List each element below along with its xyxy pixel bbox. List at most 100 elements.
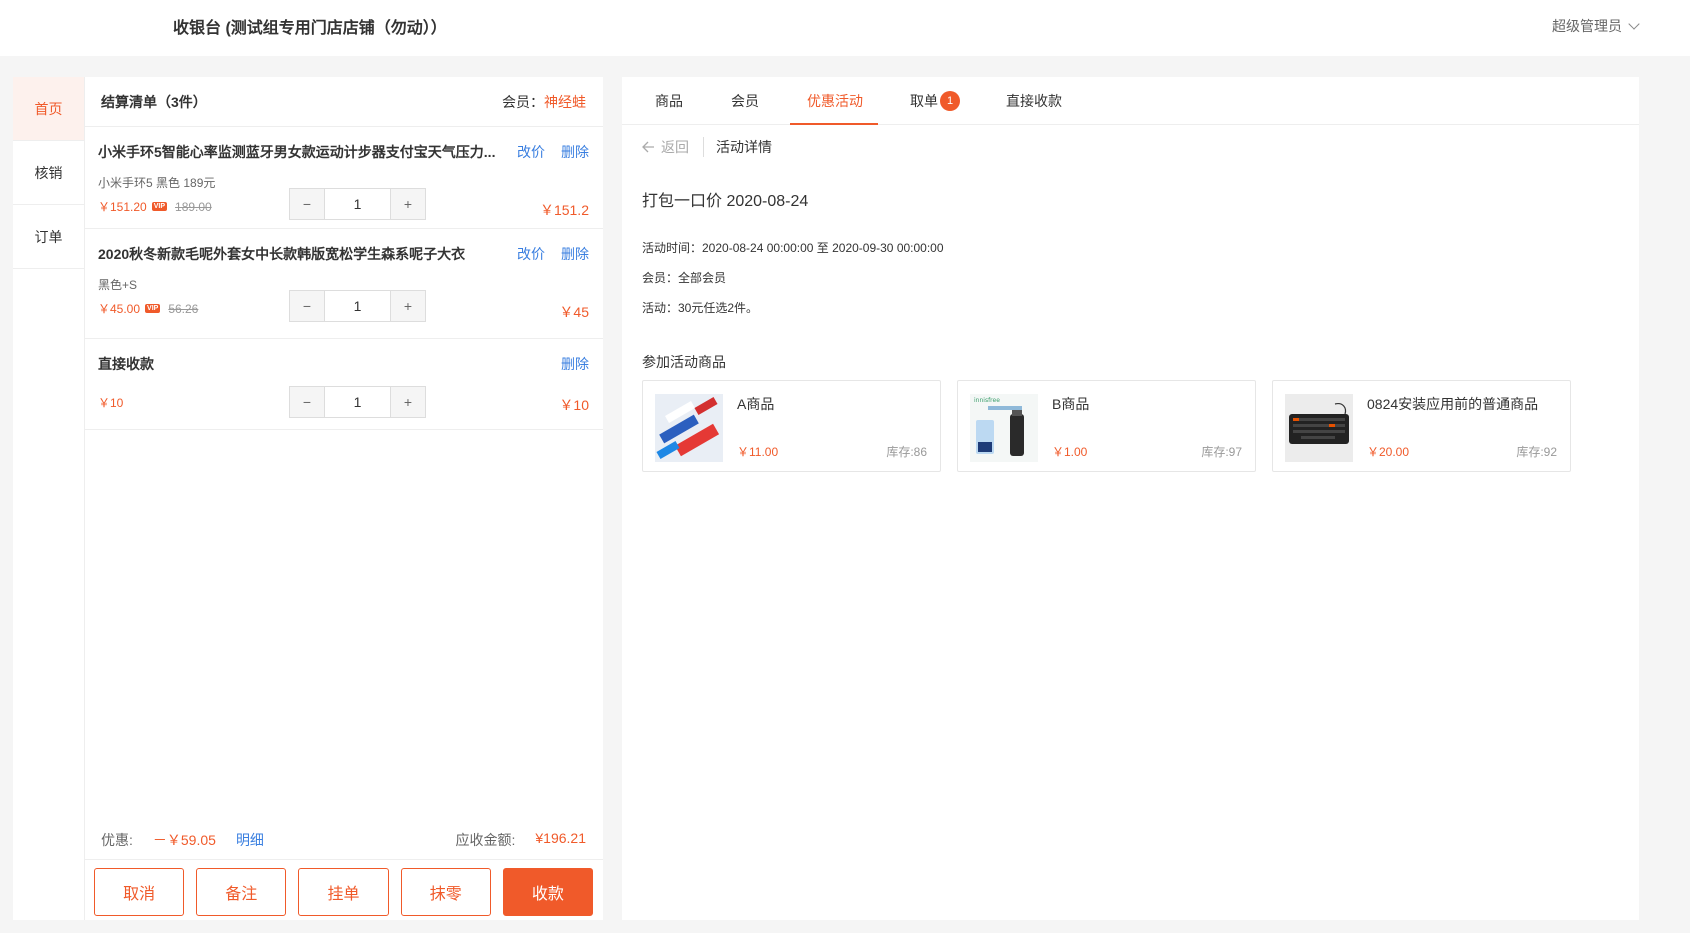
cancel-button[interactable]: 取消 [94, 868, 185, 916]
chevron-down-icon [1628, 18, 1640, 30]
item-name: 直接收款 [98, 356, 154, 372]
quantity-stepper: − 1 + [289, 386, 426, 418]
top-bar: 收银台 (测试组专用门店店铺（勿动）） 超级管理员 [0, 0, 1690, 56]
item-spec: 小米手环5 黑色 189元 [98, 176, 216, 190]
sidebar-item-verify[interactable]: 核销 [13, 141, 84, 205]
member-name[interactable]: 神经蛙 [544, 94, 586, 110]
cart-item: 直接收款 删除 ￥10 − 1 + ￥10 [85, 339, 603, 430]
increase-button[interactable]: + [391, 189, 425, 219]
activity-rule: 活动：30元任选2件。 [642, 301, 759, 315]
item-actions: 改价 删除 [517, 244, 589, 264]
product-name: 0824安装应用前的普通商品 [1367, 396, 1539, 412]
product-card[interactable]: A商品 ￥11.00 库存:86 [642, 380, 941, 472]
checkout-list: 结算清单（3件） 会员：神经蛙 小米手环5智能心率监测蓝牙男女款运动计步器支付宝… [85, 77, 603, 920]
product-stock: 库存:86 [886, 445, 927, 459]
amount-due: 应收金额: ¥196.21 [456, 830, 587, 850]
increase-button[interactable]: + [391, 387, 425, 417]
item-actions: 删除 [561, 354, 589, 374]
breadcrumb-current: 活动详情 [716, 139, 772, 155]
vip-badge: VIP [145, 304, 161, 313]
sidebar-item-orders[interactable]: 订单 [13, 205, 84, 269]
delete-link[interactable]: 删除 [561, 244, 589, 264]
quantity-stepper: − 1 + [289, 290, 426, 322]
edit-price-link[interactable]: 改价 [517, 142, 545, 162]
product-image [655, 394, 723, 462]
quantity-input[interactable]: 1 [324, 387, 391, 417]
round-off-button[interactable]: 抹零 [400, 868, 491, 916]
product-price: ￥20.00 [1367, 445, 1410, 459]
brand-text: innisfree [974, 397, 1000, 404]
page-title: 收银台 (测试组专用门店店铺（勿动）） [173, 20, 447, 37]
cart-item: 2020秋冬新款毛呢外套女中长款韩版宽松学生森系呢子大衣 改价 删除 黑色+S … [85, 229, 603, 339]
discount-label: 优惠: [101, 832, 133, 848]
amount-due-label: 应收金额: [455, 832, 516, 848]
product-price: ￥11.00 [737, 445, 779, 459]
item-actions: 改价 删除 [517, 142, 589, 162]
tab-products[interactable]: 商品 [655, 91, 683, 111]
item-price-row: ￥151.20 VIP 189.00 [98, 198, 212, 215]
product-image [1285, 394, 1353, 462]
item-name: 小米手环5智能心率监测蓝牙男女款运动计步器支付宝天气压力... [98, 144, 496, 160]
arrow-left-icon [642, 141, 654, 153]
product-stock: 库存:92 [1516, 445, 1557, 459]
hold-order-button[interactable]: 挂单 [298, 868, 389, 916]
amount-due-value: ¥196.21 [535, 830, 586, 846]
product-image: innisfree [970, 394, 1038, 462]
member-info: 会员：神经蛙 [502, 92, 586, 112]
product-stock: 库存:97 [1201, 445, 1242, 459]
item-original-price: 56.26 [168, 301, 199, 316]
active-tab-indicator [790, 123, 878, 125]
back-button[interactable]: 返回 [642, 137, 704, 157]
decrease-button[interactable]: − [290, 291, 324, 321]
activity-member: 会员：全部会员 [642, 271, 727, 285]
item-price: ￥45.00 [98, 302, 141, 316]
discount-value: －￥59.05 [152, 832, 216, 848]
breadcrumb: 返回 活动详情 [642, 137, 772, 157]
decrease-button[interactable]: − [290, 189, 324, 219]
back-label: 返回 [661, 139, 689, 155]
pickup-count-badge: 1 [940, 91, 960, 111]
sidebar: 首页 核销 订单 [13, 77, 85, 920]
vip-badge: VIP [151, 202, 168, 211]
item-original-price: 189.00 [175, 199, 212, 214]
product-card[interactable]: 0824安装应用前的普通商品 ￥20.00 库存:92 [1272, 380, 1571, 472]
decrease-button[interactable]: − [290, 387, 324, 417]
quantity-stepper: − 1 + [289, 188, 426, 220]
item-spec: 黑色+S [98, 278, 138, 292]
item-price: ￥10 [98, 396, 124, 410]
item-total: ￥151.2 [539, 202, 589, 218]
product-card[interactable]: innisfree B商品 ￥1.00 库存:97 [957, 380, 1256, 472]
activity-title: 打包一口价 2020-08-24 [642, 193, 809, 210]
sidebar-item-home[interactable]: 首页 [13, 77, 84, 141]
product-name: B商品 [1052, 396, 1090, 412]
user-name: 超级管理员 [1552, 18, 1622, 34]
checkout-actions: 取消 备注 挂单 抹零 收款 [85, 859, 603, 920]
tab-members[interactable]: 会员 [731, 91, 759, 111]
discount-detail-link[interactable]: 明细 [236, 830, 264, 850]
item-price-row: ￥10 [98, 394, 123, 411]
delete-link[interactable]: 删除 [561, 354, 589, 374]
item-name: 2020秋冬新款毛呢外套女中长款韩版宽松学生森系呢子大衣 [98, 246, 466, 262]
delete-link[interactable]: 删除 [561, 142, 589, 162]
tab-bar: 商品 会员 优惠活动 取单 1 直接收款 [622, 77, 1639, 125]
collect-payment-button[interactable]: 收款 [502, 868, 594, 916]
checkout-summary: 优惠: －￥59.05 明细 应收金额: ¥196.21 [85, 821, 603, 859]
item-price-row: ￥45.00 VIP 56.26 [98, 300, 198, 317]
edit-price-link[interactable]: 改价 [517, 244, 545, 264]
note-button[interactable]: 备注 [196, 868, 287, 916]
checkout-heading: 结算清单（3件） [101, 93, 207, 110]
item-total: ￥45 [559, 304, 589, 320]
increase-button[interactable]: + [391, 291, 425, 321]
product-price: ￥1.00 [1052, 445, 1088, 459]
tab-promotions[interactable]: 优惠活动 [807, 91, 863, 111]
item-price: ￥151.20 [98, 200, 147, 214]
quantity-input[interactable]: 1 [324, 291, 391, 321]
main-panel: 商品 会员 优惠活动 取单 1 直接收款 返回 活动详情 打包一口价 2020-… [622, 77, 1639, 920]
checkout-header: 结算清单（3件） 会员：神经蛙 [85, 77, 603, 127]
item-total: ￥10 [559, 397, 589, 413]
product-name: A商品 [737, 396, 775, 412]
tab-pickup-order[interactable]: 取单 1 [910, 91, 960, 111]
user-menu[interactable]: 超级管理员 [1552, 16, 1640, 36]
quantity-input[interactable]: 1 [324, 189, 391, 219]
tab-direct-payment[interactable]: 直接收款 [1006, 91, 1062, 111]
